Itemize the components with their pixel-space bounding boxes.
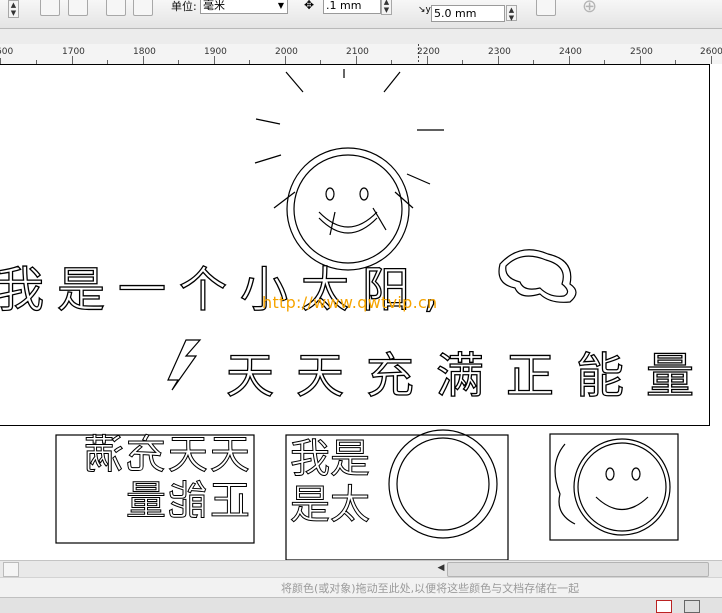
- preview-text-mirrored: 天天充满 正能量: [82, 432, 251, 525]
- nudge-icon: ✥: [304, 0, 315, 12]
- dup-y-icon: ↘y: [418, 5, 431, 15]
- scroll-thumb[interactable]: [447, 562, 709, 577]
- watermark-text: http://www.qwtvip.cn: [262, 293, 438, 312]
- page-nav-icon[interactable]: [3, 562, 19, 577]
- nudge-spinner[interactable]: ▲ ▼: [381, 0, 392, 15]
- nudge-field[interactable]: .1 mm: [323, 0, 381, 14]
- current-page-icon[interactable]: [133, 0, 153, 16]
- ruler-label: 2200: [417, 47, 440, 57]
- unit-select[interactable]: 毫米 ▼: [200, 0, 288, 14]
- subline-text: 天天充满正能量: [225, 347, 717, 404]
- chevron-down-icon[interactable]: ▼: [278, 0, 284, 13]
- landscape-icon[interactable]: [68, 0, 88, 16]
- preview-text: 我是 是太: [290, 436, 371, 529]
- sun-icon: [254, 69, 444, 271]
- dup-y-field[interactable]: 5.0 mm: [431, 5, 505, 22]
- unit-label: 单位:: [171, 0, 197, 13]
- all-pages-icon[interactable]: [106, 0, 126, 16]
- ruler-label: 2500: [630, 47, 653, 57]
- ruler-label: 2300: [488, 47, 511, 57]
- status-hint: 将颜色(或对象)拖动至此处,以便将这些颜色与文档存储在一起: [281, 582, 580, 595]
- ruler-label: 2000: [275, 47, 298, 57]
- preview-box: [549, 433, 679, 541]
- spin-arrows-icon[interactable]: ▲ ▼: [8, 0, 19, 18]
- scroll-left-arrow-icon[interactable]: ◀: [435, 562, 447, 575]
- property-bar: ▲ ▼ 单位: 毫米 ▼ ✥ .1 mm ▲ ▼ ↘y 5.0 mm ▲ ▼ ⊕: [0, 0, 722, 29]
- ruler-label: 1800: [133, 47, 156, 57]
- portrait-icon[interactable]: [40, 0, 60, 16]
- bottom-bar: [0, 597, 722, 613]
- dup-y-value: 5.0 mm: [434, 7, 477, 20]
- horizontal-scrollbar[interactable]: ◀: [0, 560, 722, 577]
- ruler-label: 600: [0, 47, 14, 57]
- unit-value: 毫米: [203, 0, 225, 12]
- outline-color-icon[interactable]: [684, 600, 700, 613]
- horizontal-ruler[interactable]: 600 1700 1800 1900 2000 2100 2200 2300 2…: [0, 44, 722, 65]
- ruler-label: 2600: [700, 47, 722, 57]
- ruler-label: 2100: [346, 47, 369, 57]
- treat-as-filled-icon[interactable]: [536, 0, 556, 16]
- add-page-icon[interactable]: ⊕: [582, 0, 597, 17]
- ruler-label: 1700: [62, 47, 85, 57]
- ruler-label: 1900: [204, 47, 227, 57]
- nudge-value: .1 mm: [326, 0, 362, 12]
- dup-y-spinner[interactable]: ▲ ▼: [506, 5, 517, 22]
- ruler-label: 2400: [559, 47, 582, 57]
- fill-color-icon[interactable]: [656, 600, 672, 613]
